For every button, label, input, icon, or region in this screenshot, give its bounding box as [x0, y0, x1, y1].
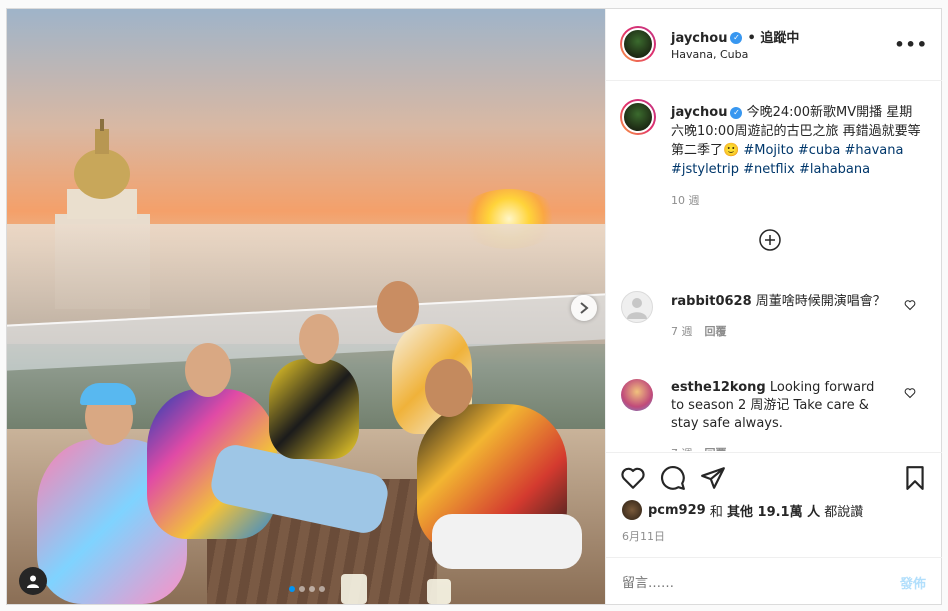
post-header: jaychou ✓ • 追蹤中 Havana, Cuba ••• — [606, 9, 942, 81]
author-avatar[interactable] — [620, 26, 656, 62]
like-comment-heart-icon[interactable] — [904, 299, 916, 311]
hashtag-link[interactable]: #lahabana — [799, 162, 870, 177]
hashtag-link[interactable]: #havana — [844, 143, 903, 158]
comments-panel[interactable]: jaychou ✓ 今晚24:00新歌MV開播 星期六晚10:00周遊記的古巴之旅… — [606, 81, 942, 451]
cocktail-glass — [341, 574, 367, 604]
likes-summary: pcm929 和 其他 19.1萬 人 都說讚 — [622, 500, 863, 520]
post-photo[interactable] — [7, 9, 605, 604]
comment-icon[interactable] — [660, 465, 686, 491]
person-2-head — [185, 343, 231, 397]
white-pants — [432, 514, 582, 569]
hashtag-link[interactable]: #cuba — [798, 143, 841, 158]
smile-emoji-icon: 🙂 — [723, 143, 740, 158]
hashtag-link[interactable]: #jstyletrip — [671, 162, 739, 177]
caption-username[interactable]: jaychou — [671, 105, 727, 120]
verified-badge-icon: ✓ — [730, 31, 743, 44]
add-comment-bar: 發佈 — [606, 557, 942, 606]
person-3-head — [299, 314, 339, 364]
comment-time[interactable]: 7 週 — [671, 447, 693, 451]
comment-time[interactable]: 7 週 — [671, 325, 693, 338]
post-actions: pcm929 和 其他 19.1萬 人 都說讚 6月11日 發佈 — [606, 452, 942, 605]
carousel-dot — [319, 586, 325, 592]
comment-text: 周董啥時候開演唱會？ — [755, 294, 886, 309]
default-avatar-icon — [627, 298, 647, 319]
load-more-comments-icon[interactable] — [759, 229, 781, 251]
carousel-dot — [299, 586, 305, 592]
post-location[interactable]: Havana, Cuba — [671, 48, 748, 61]
cap — [80, 383, 136, 405]
post-comment-button[interactable]: 發佈 — [900, 573, 926, 592]
post-sidebar: jaychou ✓ • 追蹤中 Havana, Cuba ••• jaychou ✓… — [605, 9, 942, 605]
follow-status[interactable]: • 追蹤中 — [748, 31, 800, 46]
carousel-dot — [289, 586, 295, 592]
comment-username[interactable]: esthe12kong — [671, 380, 766, 395]
chevron-right-icon — [580, 302, 589, 314]
comment: rabbit0628 周董啥時候開演唱會？ 7 週回覆 — [671, 293, 886, 341]
caption-avatar[interactable] — [620, 99, 656, 135]
author-line: jaychou ✓ • 追蹤中 — [671, 27, 799, 46]
commenter-avatar[interactable] — [621, 291, 653, 323]
comment-input[interactable] — [620, 570, 874, 596]
carousel-indicators — [289, 586, 325, 592]
reply-button[interactable]: 回覆 — [705, 447, 727, 451]
comment: esthe12kong Looking forward to season 2 … — [671, 379, 886, 451]
post-date[interactable]: 6月11日 — [622, 528, 665, 544]
person-4-head — [377, 281, 419, 333]
verified-badge-icon: ✓ — [730, 106, 743, 119]
hashtag-link[interactable]: #netflix — [743, 162, 795, 177]
reply-button[interactable]: 回覆 — [705, 325, 727, 338]
liker-username[interactable]: pcm929 — [648, 503, 706, 518]
person-3 — [269, 359, 359, 459]
caption-time[interactable]: 10 週 — [671, 191, 921, 210]
carousel-dot — [309, 586, 315, 592]
like-comment-heart-icon[interactable] — [904, 387, 916, 399]
save-bookmark-icon[interactable] — [902, 465, 928, 491]
likes-suffix: 都說讚 — [824, 504, 864, 520]
person-5-head — [425, 359, 473, 417]
cocktail-glass — [427, 579, 451, 604]
comment-username[interactable]: rabbit0628 — [671, 294, 752, 309]
share-paper-plane-icon[interactable] — [700, 465, 726, 491]
user-tags-button[interactable] — [19, 567, 47, 595]
commenter-avatar[interactable] — [621, 379, 653, 411]
carousel-next-button[interactable] — [571, 295, 597, 321]
user-icon — [27, 575, 39, 588]
likes-and: 和 — [709, 504, 723, 520]
more-options-icon[interactable]: ••• — [894, 35, 928, 54]
post-dialog: jaychou ✓ • 追蹤中 Havana, Cuba ••• jaychou ✓… — [6, 8, 942, 605]
like-heart-icon[interactable] — [620, 465, 646, 491]
liker-avatar[interactable] — [622, 500, 642, 520]
caption: jaychou ✓ 今晚24:00新歌MV開播 星期六晚10:00周遊記的古巴之旅… — [671, 103, 921, 210]
author-username[interactable]: jaychou — [671, 31, 727, 46]
hashtag-link[interactable]: #Mojito — [743, 143, 793, 158]
likes-count-link[interactable]: 其他 19.1萬 人 — [727, 501, 820, 520]
